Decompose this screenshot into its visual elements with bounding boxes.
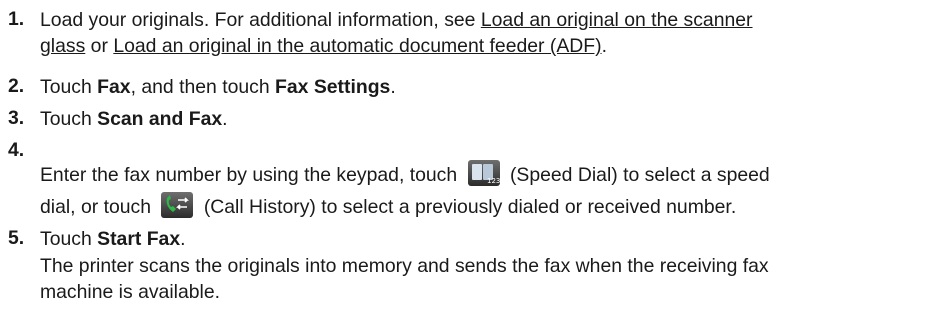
step-note-line1: The printer scans the originals into mem… bbox=[40, 255, 769, 277]
step-number: 1. bbox=[8, 8, 25, 30]
step-number: 3. bbox=[8, 107, 25, 129]
step-text-line2: glass or Load an original in the automat… bbox=[40, 34, 607, 58]
step-text-prefix: Load your originals. For additional info… bbox=[40, 9, 481, 31]
step-text: Touch Fax, and then touch Fax Settings. bbox=[40, 75, 396, 99]
step-text-part: (Call History) to select a previously di… bbox=[203, 196, 737, 218]
step-text-period: . bbox=[601, 35, 607, 57]
step-number: 4. bbox=[8, 139, 25, 161]
step-text-part: . bbox=[180, 228, 186, 250]
step-text: Touch Start Fax. bbox=[40, 227, 186, 251]
step-number: 2. bbox=[8, 75, 25, 97]
step-text-part: . bbox=[222, 108, 228, 130]
link-load-original-scanner-glass[interactable]: Load an original on the scanner bbox=[481, 9, 753, 31]
step-text-or: or bbox=[85, 35, 114, 57]
step-text-part: Touch bbox=[40, 108, 98, 130]
fax-label: Fax bbox=[97, 76, 131, 98]
svg-text:123: 123 bbox=[487, 177, 500, 185]
step-text-part: Enter the fax number by using the keypad… bbox=[40, 164, 458, 186]
step-text-line2: dial, or touch (Call History) to select … bbox=[40, 191, 736, 219]
step-number: 5. bbox=[8, 227, 25, 249]
link-load-original-adf[interactable]: Load an original in the automatic docume… bbox=[113, 35, 601, 57]
step-text: Load your originals. For additional info… bbox=[40, 8, 753, 32]
step-text-part: (Speed Dial) to select a speed bbox=[509, 164, 770, 186]
start-fax-label: Start Fax bbox=[97, 228, 181, 250]
call-history-icon bbox=[160, 191, 194, 219]
link-load-original-scanner-glass-cont[interactable]: glass bbox=[40, 35, 85, 57]
step-text-part: Touch bbox=[40, 76, 98, 98]
scan-and-fax-label: Scan and Fax bbox=[97, 108, 223, 130]
step-text-part: . bbox=[390, 76, 396, 98]
fax-settings-label: Fax Settings bbox=[275, 76, 391, 98]
step-text-part: , and then touch bbox=[130, 76, 276, 98]
step-text-part: Touch bbox=[40, 228, 98, 250]
step-text: Touch Scan and Fax. bbox=[40, 107, 228, 131]
speed-dial-icon: 123 bbox=[467, 159, 501, 187]
step-text: Enter the fax number by using the keypad… bbox=[40, 159, 770, 187]
step-note-line2: machine is available. bbox=[40, 281, 220, 303]
step-text-part: dial, or touch bbox=[40, 196, 152, 218]
